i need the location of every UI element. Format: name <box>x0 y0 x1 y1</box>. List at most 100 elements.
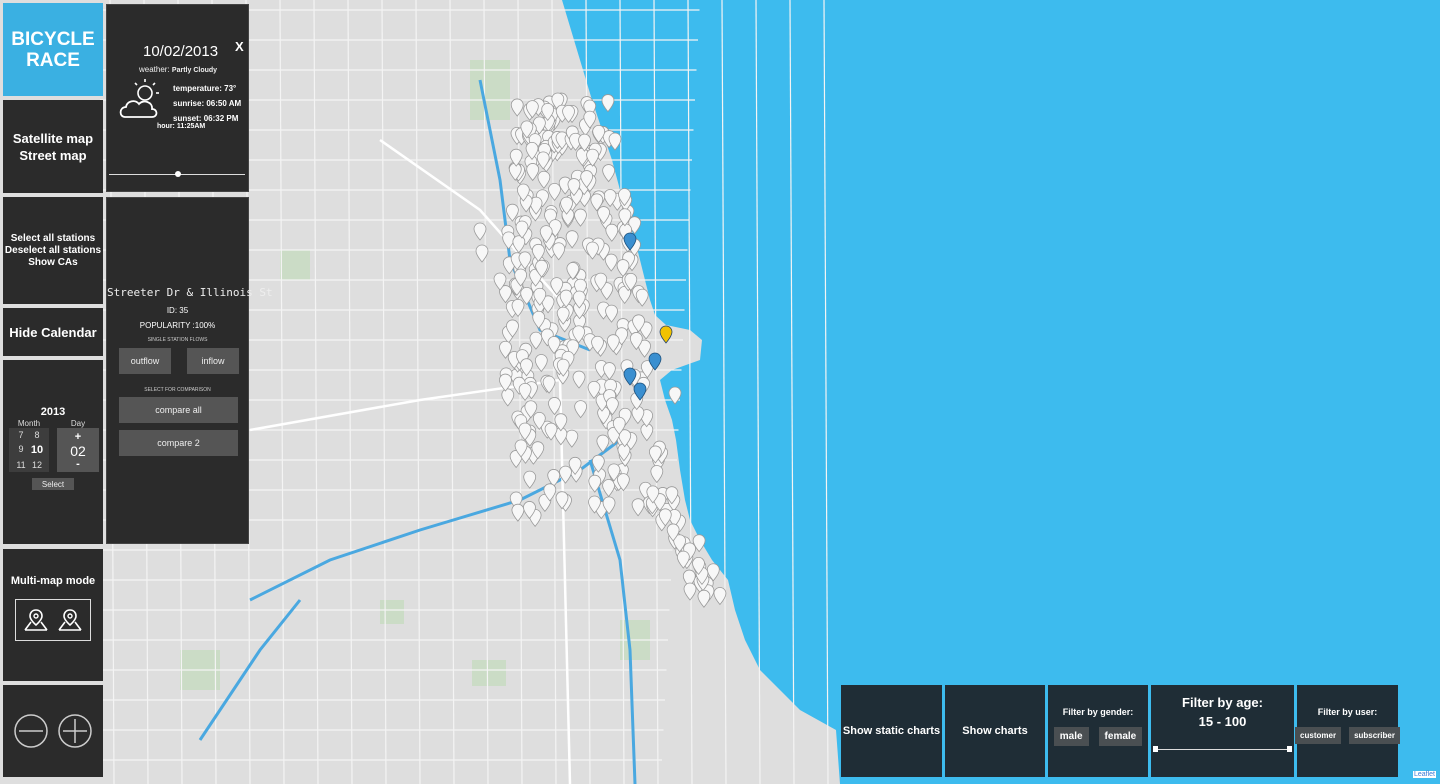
station-marker[interactable] <box>565 230 579 249</box>
zoom-in-icon[interactable] <box>57 713 93 749</box>
show-cas-button[interactable]: Show CAs <box>28 257 77 269</box>
station-marker[interactable] <box>650 465 664 484</box>
hour-slider[interactable] <box>109 170 245 180</box>
street-map-button[interactable]: Street map <box>19 147 86 164</box>
station-marker[interactable] <box>574 208 587 227</box>
station-marker[interactable] <box>602 164 616 183</box>
logo-line2: RACE <box>26 49 80 71</box>
month-option[interactable]: 12 <box>29 460 45 470</box>
station-marker[interactable] <box>473 222 487 241</box>
month-option-selected[interactable]: 10 <box>29 444 45 456</box>
age-range-value: 15 - 100 <box>1198 714 1247 729</box>
gender-filter-panel: Filter by gender: male female <box>1048 685 1148 777</box>
station-marker[interactable] <box>559 465 572 484</box>
month-option[interactable]: 9 <box>13 444 29 456</box>
calendar-select-button[interactable]: Select <box>32 478 74 490</box>
selected-date: 10/02/2013 <box>143 43 219 60</box>
station-marker[interactable] <box>548 397 561 416</box>
compare-all-button[interactable]: compare all <box>119 397 238 423</box>
station-marker[interactable] <box>631 498 645 517</box>
station-marker[interactable] <box>523 470 537 489</box>
gender-filter-heading: Filter by gender: <box>1062 707 1134 717</box>
station-marker[interactable] <box>511 503 525 522</box>
station-marker[interactable] <box>668 386 682 405</box>
station-marker[interactable] <box>608 132 622 151</box>
station-actions-panel: Select all stations Deselect all station… <box>3 197 103 304</box>
user-filter-heading: Filter by user: <box>1317 707 1378 717</box>
zoom-out-icon[interactable] <box>13 713 49 749</box>
station-marker[interactable] <box>529 331 543 350</box>
station-marker[interactable] <box>605 223 619 242</box>
station-marker[interactable] <box>602 479 616 498</box>
station-marker[interactable] <box>542 375 556 394</box>
station-marker[interactable] <box>574 400 588 419</box>
station-marker[interactable] <box>697 589 711 608</box>
month-option[interactable]: 8 <box>29 430 45 440</box>
gender-male-button[interactable]: male <box>1053 727 1089 746</box>
month-label: Month <box>17 419 41 428</box>
month-picker: 7 8 9 10 11 12 <box>9 428 49 472</box>
gender-female-button[interactable]: female <box>1098 727 1143 746</box>
deselect-all-stations-button[interactable]: Deselect all stations <box>5 245 101 257</box>
sunset-label: sunset: <box>173 114 202 123</box>
age-max-handle[interactable] <box>1287 746 1292 752</box>
weather-panel: 10/02/2013 X weather: Partly Cloudy temp… <box>106 4 249 192</box>
select-all-stations-button[interactable]: Select all stations <box>11 233 95 245</box>
single-station-flows-heading: SINGLE STATION FLOWS <box>147 337 208 343</box>
station-marker[interactable] <box>552 242 566 261</box>
station-marker[interactable] <box>518 382 532 401</box>
partly-cloudy-icon <box>119 79 159 118</box>
station-marker[interactable] <box>596 434 610 453</box>
station-marker[interactable] <box>572 370 586 389</box>
inflow-button[interactable]: inflow <box>187 348 239 374</box>
station-marker[interactable] <box>713 587 727 606</box>
day-increment-button[interactable]: + <box>75 431 81 443</box>
station-marker[interactable] <box>604 253 618 272</box>
station-marker[interactable] <box>588 474 602 493</box>
station-marker[interactable] <box>605 304 618 323</box>
day-decrement-button[interactable]: - <box>76 458 80 469</box>
station-marker[interactable] <box>603 362 616 381</box>
station-marker[interactable] <box>537 170 551 189</box>
station-marker[interactable] <box>534 354 548 373</box>
age-slider[interactable] <box>1153 745 1292 755</box>
close-button[interactable]: X <box>235 39 244 54</box>
leaflet-attribution[interactable]: Leaflet <box>1412 771 1436 778</box>
station-marker[interactable] <box>601 94 615 113</box>
sunrise-value: 06:50 AM <box>206 99 242 108</box>
station-marker[interactable] <box>683 582 697 601</box>
popularity-value: 100% <box>194 321 216 330</box>
outflow-button[interactable]: outflow <box>119 348 171 374</box>
hour-slider-handle[interactable] <box>175 171 181 177</box>
temperature-label: temperature: <box>173 84 222 93</box>
multimap-label: Multi-map mode <box>10 575 96 587</box>
map-pin-icon <box>24 609 48 631</box>
station-id-value: 35 <box>179 306 189 315</box>
month-option[interactable]: 11 <box>13 460 29 470</box>
station-marker[interactable] <box>501 388 515 407</box>
sunset-value: 06:32 PM <box>203 114 239 123</box>
station-marker[interactable] <box>635 288 649 307</box>
show-charts-button[interactable]: Show charts <box>945 685 1045 777</box>
active-station-marker[interactable] <box>659 325 673 344</box>
station-marker[interactable] <box>586 241 599 260</box>
station-marker[interactable] <box>475 244 489 263</box>
multimap-toggle-button[interactable] <box>15 599 91 641</box>
month-option[interactable]: 7 <box>13 430 29 440</box>
user-customer-button[interactable]: customer <box>1295 727 1342 744</box>
show-static-charts-label: Show static charts <box>842 725 941 737</box>
user-subscriber-button[interactable]: subscriber <box>1349 727 1400 744</box>
weather-label: weather: <box>139 65 170 74</box>
station-marker[interactable] <box>526 163 540 182</box>
show-static-charts-button[interactable]: Show static charts <box>841 685 942 777</box>
station-marker[interactable] <box>565 429 579 448</box>
station-marker[interactable] <box>548 182 561 201</box>
satellite-map-button[interactable]: Satellite map <box>13 130 93 147</box>
compare-2-button[interactable]: compare 2 <box>119 430 238 456</box>
station-marker[interactable] <box>510 98 524 117</box>
hide-calendar-button[interactable]: Hide Calendar <box>3 308 103 356</box>
age-min-handle[interactable] <box>1153 746 1158 752</box>
station-marker[interactable] <box>512 235 526 254</box>
temperature-value: 73° <box>224 84 237 93</box>
station-marker[interactable] <box>499 373 512 392</box>
